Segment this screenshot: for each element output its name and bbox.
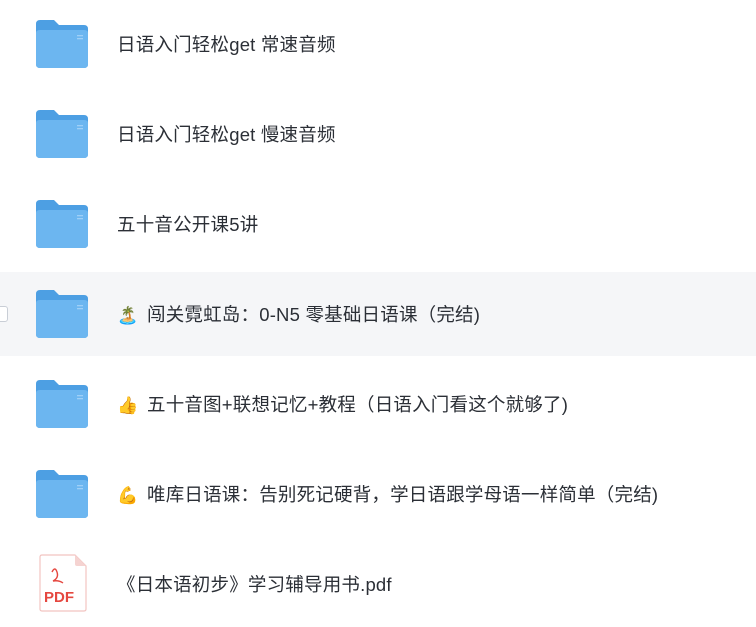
- file-row[interactable]: 五十音公开课5讲: [0, 182, 756, 266]
- file-row[interactable]: 日语入门轻松get 慢速音频: [0, 92, 756, 176]
- folder-icon: [34, 378, 90, 430]
- folder-icon: [34, 468, 90, 520]
- row-checkbox[interactable]: [0, 306, 8, 322]
- file-name[interactable]: 《日本语初步》学习辅导用书.pdf: [117, 571, 392, 597]
- folder-icon: [34, 108, 90, 160]
- folder-icon: [34, 288, 90, 340]
- file-row[interactable]: 日语入门轻松get 常速音频: [0, 2, 756, 86]
- thumbs-up-emoji-icon: 👍: [117, 396, 139, 415]
- island-emoji-icon: 🏝️: [117, 306, 139, 325]
- folder-icon: [34, 198, 90, 250]
- flexed-biceps-emoji-icon: 💪: [117, 486, 139, 505]
- file-row[interactable]: 👍 五十音图+联想记忆+教程（日语入门看这个就够了): [0, 362, 756, 446]
- file-name[interactable]: 🏝️ 闯关霓虹岛：0-N5 零基础日语课（完结): [117, 301, 480, 327]
- file-row[interactable]: PDF 《日本语初步》学习辅导用书.pdf: [0, 542, 756, 626]
- file-name[interactable]: 👍 五十音图+联想记忆+教程（日语入门看这个就够了): [117, 391, 568, 417]
- file-row-hovered[interactable]: 🏝️ 闯关霓虹岛：0-N5 零基础日语课（完结): [0, 272, 756, 356]
- pdf-badge: PDF: [44, 589, 74, 606]
- file-name[interactable]: 日语入门轻松get 常速音频: [117, 31, 336, 57]
- file-row[interactable]: 💪 唯库日语课：告别死记硬背，学日语跟学母语一样简单（完结): [0, 452, 756, 536]
- file-name[interactable]: 💪 唯库日语课：告别死记硬背，学日语跟学母语一样简单（完结): [117, 481, 658, 507]
- file-name[interactable]: 五十音公开课5讲: [117, 211, 258, 237]
- file-name[interactable]: 日语入门轻松get 慢速音频: [117, 121, 336, 147]
- pdf-file-icon: PDF: [38, 554, 94, 612]
- folder-icon: [34, 18, 90, 70]
- file-list: 日语入门轻松get 常速音频 日语入门轻松get 慢速音频 五十音公开课5讲 🏝…: [0, 0, 756, 627]
